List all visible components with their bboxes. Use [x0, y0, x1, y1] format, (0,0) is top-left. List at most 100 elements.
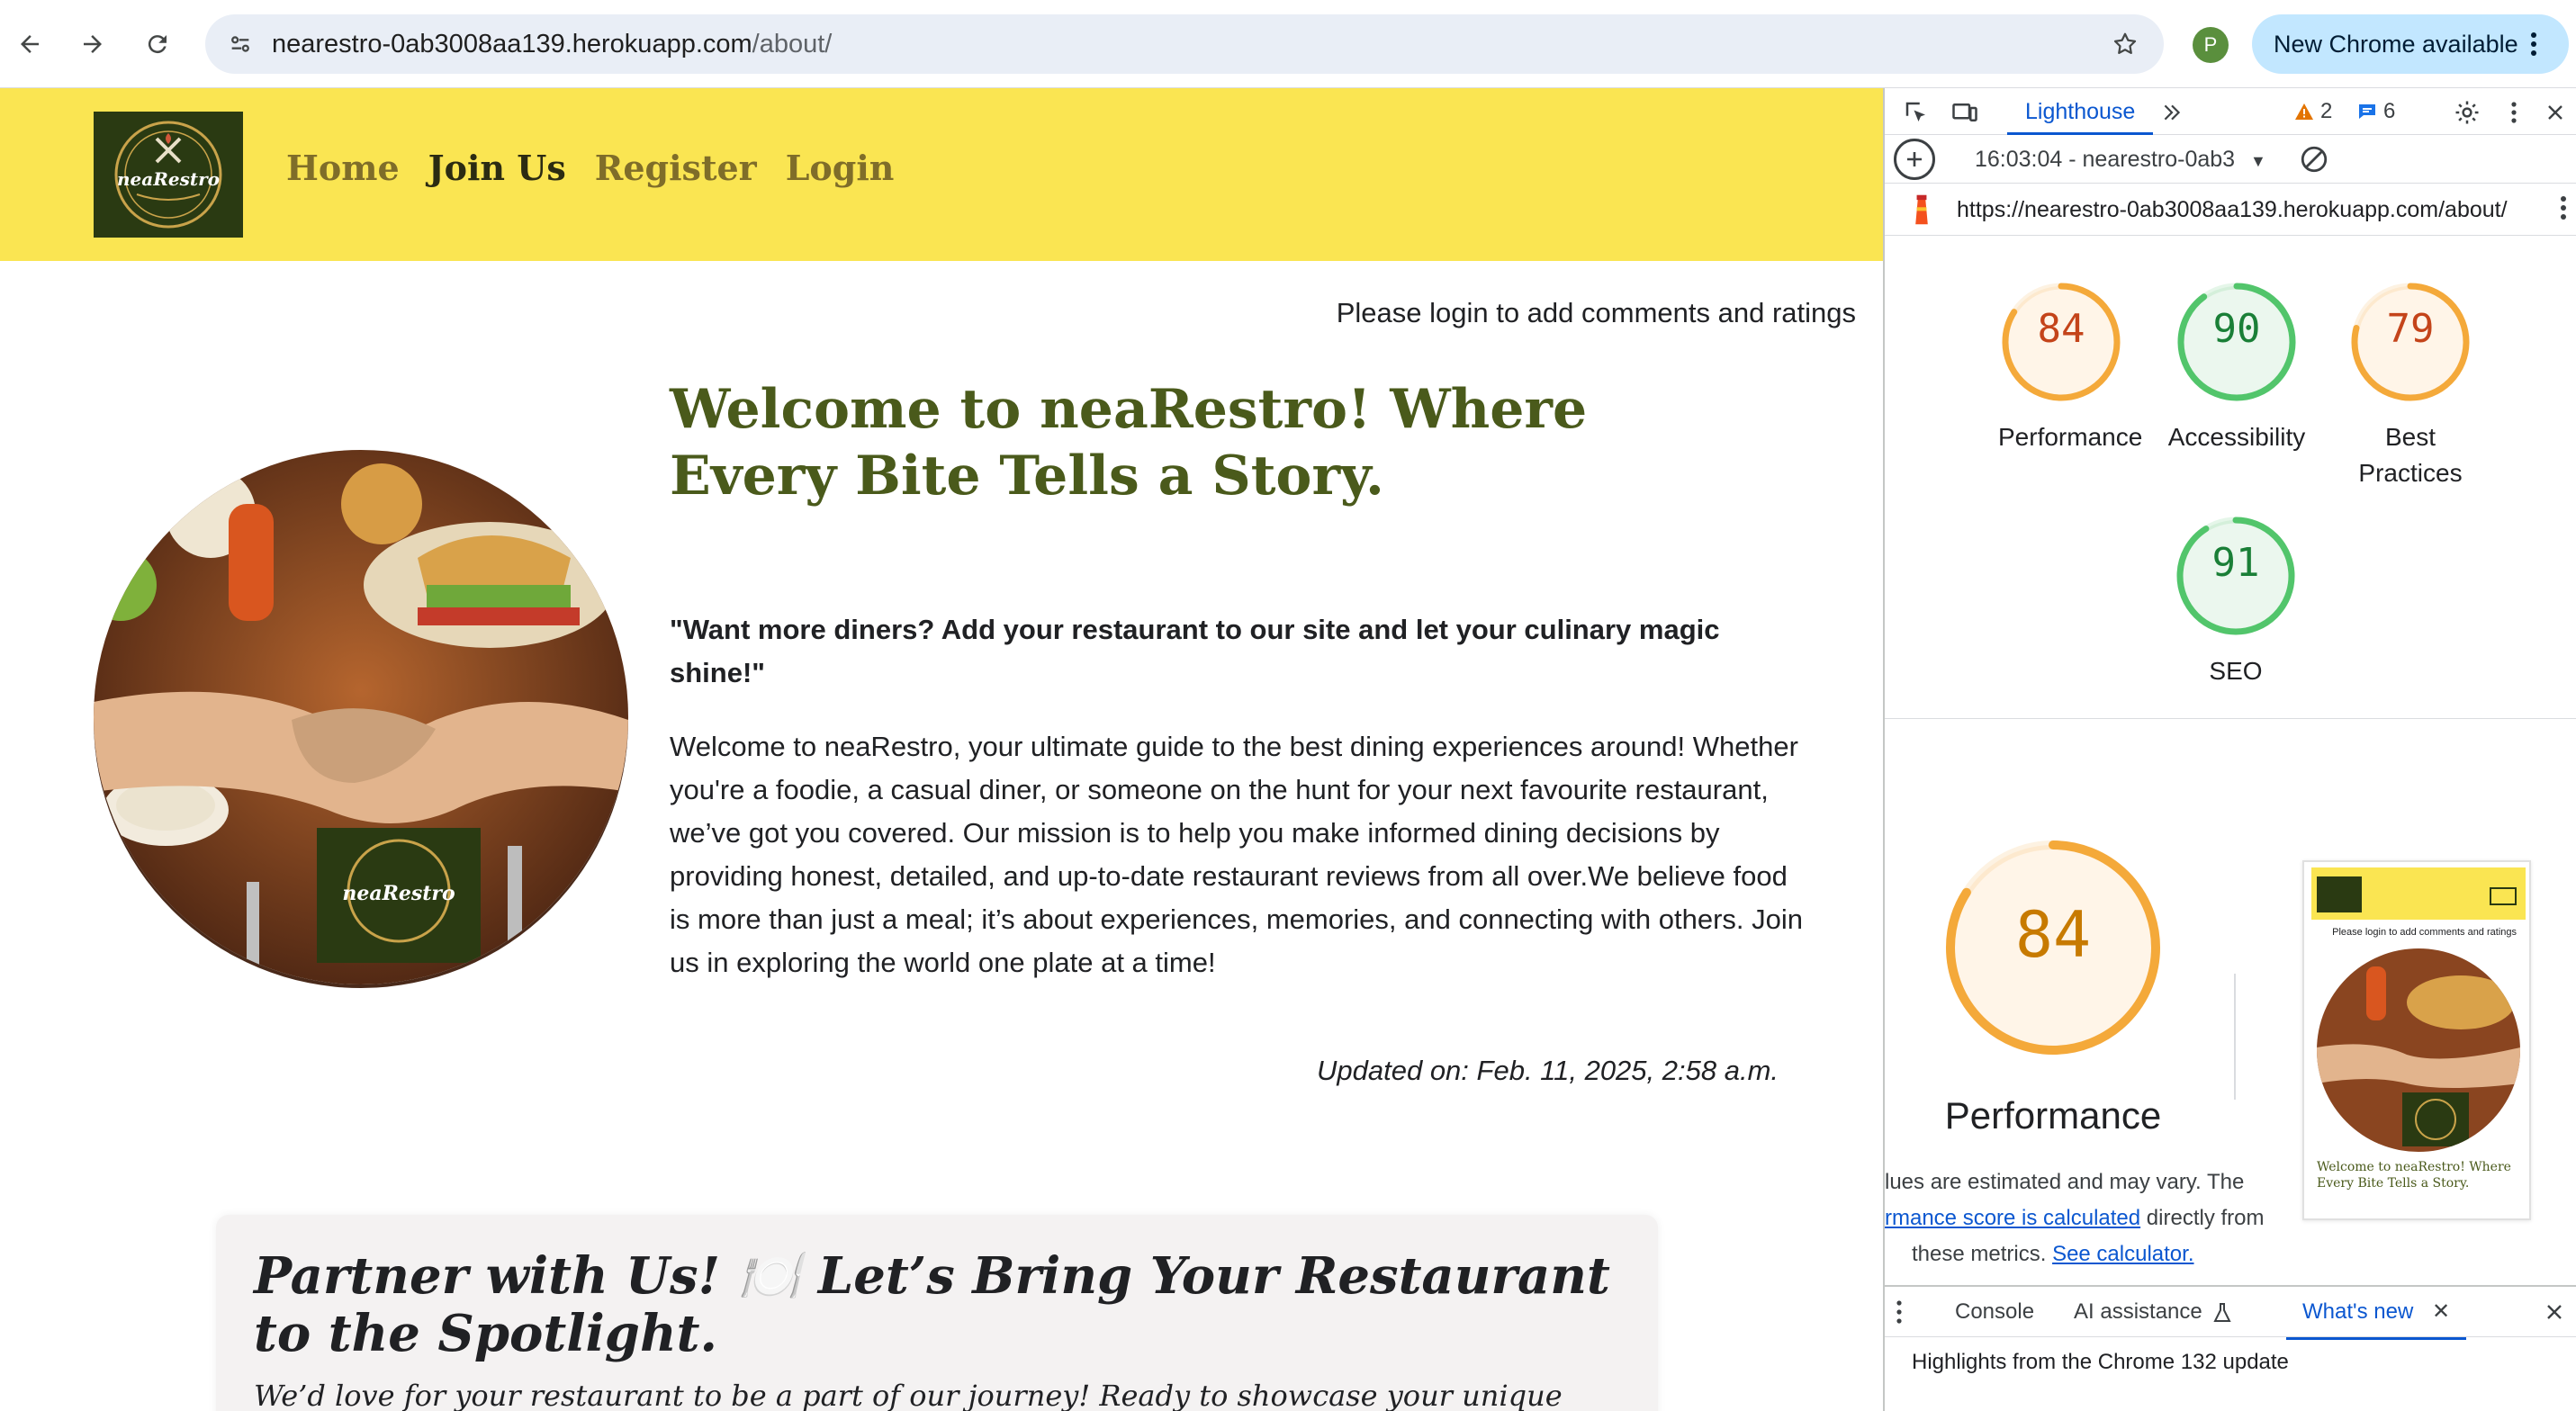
score-accessibility[interactable]: 90 Accessibility	[2164, 279, 2310, 455]
site-nav-links: Home Join Us Register Login	[286, 148, 894, 188]
devtools-panel: Lighthouse 2 6 16:03:04 - nearestro-0ab3…	[1883, 88, 2576, 1411]
report-url-bar: https://nearestro-0ab3008aa139.herokuapp…	[1885, 184, 2576, 236]
tab-lighthouse[interactable]: Lighthouse	[2007, 88, 2154, 135]
thumb-logo	[2317, 876, 2362, 912]
drawer-tab-ai-assistance[interactable]: AI assistance	[2074, 1287, 2232, 1337]
lighthouse-icon	[1906, 193, 1937, 227]
report-selector[interactable]: 16:03:04 - nearestro-0ab3 ▼	[1975, 135, 2266, 185]
nav-login[interactable]: Login	[786, 148, 895, 188]
score-accessibility-value: 90	[2212, 306, 2261, 352]
drawer-tab-console[interactable]: Console	[1955, 1287, 2034, 1337]
welcome-title: Welcome to neaRestro! Where Every Bite T…	[670, 378, 1588, 508]
about-paragraph: Welcome to neaRestro, your ultimate guid…	[670, 731, 1804, 978]
desc-line-2-rest: directly from	[2140, 1206, 2265, 1230]
address-bar[interactable]: nearestro-0ab3008aa139.herokuapp.com/abo…	[205, 14, 2164, 74]
warnings-count: 2	[2320, 99, 2333, 123]
score-best-practices-value: 79	[2386, 306, 2435, 352]
url-text[interactable]: nearestro-0ab3008aa139.herokuapp.com/abo…	[272, 14, 832, 74]
report-url: https://nearestro-0ab3008aa139.herokuapp…	[1957, 197, 2508, 222]
devtools-drawer: Console AI assistance What's new ✕ Highl…	[1885, 1285, 2576, 1411]
score-best-practices-label: Best Practices	[2358, 423, 2463, 487]
score-seo-value: 91	[2211, 540, 2260, 586]
desc-line-3-text: these metrics.	[1912, 1242, 2047, 1266]
site-logo[interactable]: neaRestro	[94, 112, 243, 238]
nav-register[interactable]: Register	[595, 148, 757, 188]
forward-arrow-icon	[84, 35, 102, 53]
thumb-welcome-title: Welcome to neaRestro! Where Every Bite T…	[2317, 1160, 2511, 1191]
drawer-menu-icon[interactable]	[1896, 1299, 1903, 1325]
forward-button[interactable]	[72, 23, 113, 65]
hamburger-menu-icon	[2490, 887, 2517, 905]
login-note: Please login to add comments and ratings	[1336, 297, 1856, 328]
vertical-divider	[2234, 974, 2236, 1100]
performance-description: lues are estimated and may vary. The rma…	[1885, 1164, 2281, 1272]
url-path: /about/	[752, 30, 833, 58]
site-navbar: neaRestro Home Join Us Register Login	[0, 88, 1883, 261]
close-devtools-icon[interactable]	[2538, 95, 2572, 130]
partner-title: Partner with Us! 🍽️ Let’s Bring Your Res…	[254, 1246, 1610, 1363]
tune-icon	[231, 36, 249, 52]
hero-logo-text: neaRestro	[342, 882, 455, 905]
plus-icon	[1907, 152, 1922, 166]
score-calculated-link[interactable]: rmance score is calculated	[1885, 1206, 2140, 1230]
drawer-tabbar: Console AI assistance What's new ✕	[1885, 1287, 2576, 1340]
thumb-login-note: Please login to add comments and ratings	[2332, 927, 2517, 938]
chrome-update-button[interactable]: New Chrome available	[2252, 14, 2569, 74]
updated-timestamp: Updated on: Feb. 11, 2025, 2:58 a.m.	[1317, 1055, 1779, 1086]
partner-subtitle: We’d love for your restaurant to be a pa…	[254, 1379, 1563, 1411]
chrome-menu-icon[interactable]	[2513, 23, 2554, 65]
performance-big-score: 84	[2014, 898, 2092, 972]
report-selector-label: 16:03:04 - nearestro-0ab3	[1975, 147, 2236, 172]
device-toolbar-icon[interactable]	[1948, 95, 1982, 130]
score-seo[interactable]: 91 SEO	[2173, 513, 2299, 689]
close-drawer-icon[interactable]	[2544, 1301, 2565, 1323]
desc-line-3: these metrics. See calculator.	[1885, 1236, 2281, 1272]
whats-new-headline: Highlights from the Chrome 132 update	[1912, 1350, 2289, 1374]
chevron-down-icon: ▼	[2250, 152, 2266, 170]
page-screenshot-thumbnail[interactable]: Please login to add comments and ratings…	[2302, 860, 2531, 1220]
messages-badge[interactable]: 6	[2356, 99, 2395, 124]
flask-icon	[2213, 1302, 2232, 1323]
drawer-tab-whats-new[interactable]: What's new ✕	[2286, 1287, 2467, 1340]
report-menu-icon[interactable]	[2560, 194, 2567, 221]
new-report-button[interactable]	[1894, 139, 1935, 180]
more-tabs-icon[interactable]	[2155, 95, 2189, 130]
performance-big-label: Performance	[1944, 1094, 2162, 1137]
bookmark-star-button[interactable]	[2104, 23, 2146, 65]
nav-join-us[interactable]: Join Us	[428, 148, 566, 188]
section-divider	[1885, 718, 2576, 719]
score-performance[interactable]: 84 Performance	[1998, 279, 2143, 455]
score-best-practices[interactable]: 79 Best Practices	[2347, 279, 2473, 491]
star-icon	[2113, 32, 2137, 54]
thumb-navbar	[2311, 867, 2526, 920]
lighthouse-report-bar: 16:03:04 - nearestro-0ab3 ▼	[1885, 135, 2576, 184]
hero-image: neaRestro	[94, 450, 628, 984]
nav-home[interactable]: Home	[286, 148, 400, 188]
score-performance-label: Performance	[1998, 423, 2143, 451]
warnings-badge[interactable]: 2	[2293, 99, 2332, 124]
settings-gear-icon[interactable]	[2450, 95, 2484, 130]
reload-button[interactable]	[137, 23, 178, 65]
desc-line-1: lues are estimated and may vary. The	[1885, 1170, 2245, 1194]
profile-avatar[interactable]: P	[2193, 27, 2229, 63]
back-button[interactable]	[9, 23, 50, 65]
url-host: nearestro-0ab3008aa139.herokuapp.com	[272, 30, 752, 58]
devtools-menu-icon[interactable]	[2497, 95, 2531, 130]
see-calculator-link[interactable]: See calculator.	[2052, 1242, 2193, 1266]
score-performance-value: 84	[2037, 306, 2085, 352]
logo-text: neaRestro	[117, 168, 220, 190]
partner-card: Partner with Us! 🍽️ Let’s Bring Your Res…	[216, 1215, 1658, 1411]
warning-icon	[2295, 103, 2313, 120]
inspect-element-icon[interactable]	[1899, 95, 1933, 130]
score-accessibility-label: Accessibility	[2167, 423, 2306, 451]
desc-line-2: rmance score is calculated directly from	[1885, 1200, 2281, 1236]
drawer-tab-ai-label: AI assistance	[2074, 1299, 2202, 1324]
score-seo-label: SEO	[2209, 657, 2263, 685]
back-arrow-icon	[21, 35, 39, 53]
close-tab-icon[interactable]: ✕	[2432, 1299, 2450, 1324]
message-icon	[2359, 104, 2375, 119]
site-info-button[interactable]	[220, 23, 261, 65]
tagline-quote: "Want more diners? Add your restaurant t…	[670, 614, 1720, 688]
clear-reports-icon[interactable]	[2299, 144, 2329, 175]
messages-count: 6	[2383, 99, 2396, 123]
